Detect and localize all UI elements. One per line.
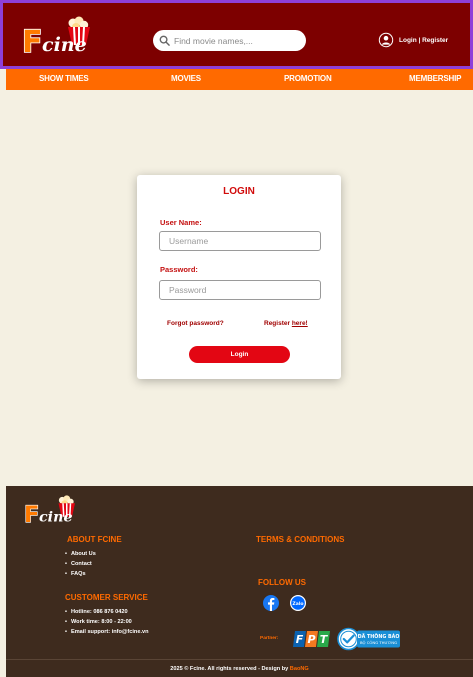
customer-service-heading: CUSTOMER SERVICE	[65, 593, 148, 602]
fcine-logo[interactable]: F cine	[18, 15, 98, 61]
customer-service-list: Hotline: 086 876 0420 Work time: 8:00 - …	[65, 607, 149, 637]
search-input[interactable]	[174, 35, 294, 46]
login-title: LOGIN	[223, 186, 255, 197]
footer-link-faqs[interactable]: FAQs	[65, 569, 96, 579]
svg-text:P: P	[307, 633, 315, 646]
copyright-text: 2025 © Fcine. All rights reserved - Desi…	[170, 666, 290, 672]
footer-link-about-us[interactable]: About Us	[65, 549, 96, 559]
hotline-text: Hotline: 086 876 0420	[65, 607, 149, 617]
register-prefix: Register	[264, 320, 292, 327]
password-label: Password:	[160, 265, 198, 274]
forgot-password-link[interactable]: Forgot password?	[167, 320, 224, 327]
svg-text:F: F	[22, 25, 43, 57]
about-list: About Us Contact FAQs	[65, 549, 96, 579]
zalo-icon[interactable]: Zalo	[290, 595, 306, 611]
svg-text:cine: cine	[42, 34, 87, 56]
about-heading: ABOUT FCINE	[67, 535, 122, 544]
nav-item-movies[interactable]: MOVIES	[171, 69, 201, 88]
terms-link[interactable]: TERMS & CONDITIONS	[256, 535, 344, 544]
copyright: 2025 © Fcine. All rights reserved - Desi…	[6, 666, 473, 672]
svg-text:BỘ CÔNG THƯƠNG: BỘ CÔNG THƯƠNG	[360, 640, 397, 645]
login-button[interactable]: Login	[189, 346, 290, 363]
user-avatar-icon	[378, 32, 394, 48]
nav-item-promotion[interactable]: PROMOTION	[284, 69, 332, 88]
login-form: LOGIN User Name: Password: Forgot passwo…	[137, 175, 341, 379]
register-here[interactable]: here!	[292, 320, 308, 327]
username-label: User Name:	[160, 218, 202, 227]
svg-text:cine: cine	[39, 509, 73, 525]
nav-item-show-times[interactable]: SHOW TIMES	[39, 69, 89, 88]
work-time-text: Work time: 8:00 - 22:00	[65, 617, 149, 627]
username-input[interactable]	[159, 231, 321, 251]
search-icon	[159, 35, 170, 46]
password-input[interactable]	[159, 280, 321, 300]
footer-fcine-logo[interactable]: F cine	[21, 494, 81, 529]
site-footer: F cine ABOUT FCINE About Us Contact FAQs…	[6, 486, 473, 677]
svg-text:F: F	[296, 633, 304, 646]
site-header: F cine Login | Register	[0, 0, 473, 69]
partner-label: Partner:	[260, 636, 279, 641]
svg-text:Zalo: Zalo	[292, 601, 303, 607]
login-register-link[interactable]: Login | Register	[378, 31, 448, 49]
main-nav: SHOW TIMES MOVIES PROMOTION MEMBERSHIP	[6, 69, 473, 90]
bo-cong-thuong-badge[interactable]: ĐÃ THÔNG BÁO BỘ CÔNG THƯƠNG	[337, 627, 401, 656]
svg-text:F: F	[24, 502, 39, 526]
svg-text:ĐÃ THÔNG BÁO: ĐÃ THÔNG BÁO	[358, 633, 400, 640]
follow-us-heading: FOLLOW US	[258, 578, 306, 587]
nav-item-membership[interactable]: MEMBERSHIP	[409, 69, 461, 88]
search-box[interactable]	[153, 30, 306, 51]
footer-link-contact[interactable]: Contact	[65, 559, 96, 569]
account-label: Login | Register	[399, 36, 449, 44]
register-link[interactable]: Register here!	[264, 320, 308, 327]
designer-link[interactable]: BaoNG	[290, 666, 309, 672]
fpt-logo[interactable]: F P T	[293, 627, 333, 656]
footer-divider	[6, 659, 473, 660]
facebook-icon[interactable]	[263, 595, 279, 611]
email-support-text: Email support: info@fcine.vn	[65, 627, 149, 637]
